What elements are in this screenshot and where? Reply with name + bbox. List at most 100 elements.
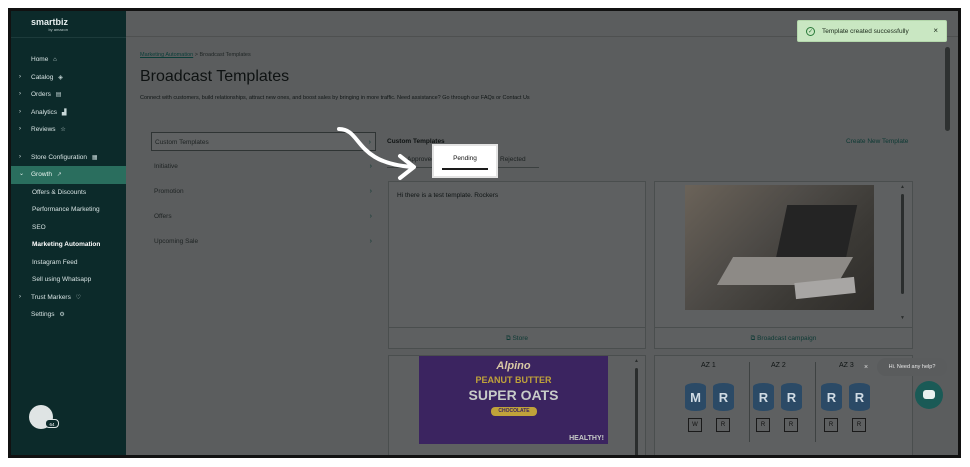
chevron-right-icon: › — [19, 73, 21, 80]
sidebar-item-settings[interactable]: Settings ⚙ — [11, 306, 126, 324]
sidebar: smartbiz by amazon Home ⌂ › Catalog ◈ › … — [11, 11, 126, 455]
az-label: AZ 2 — [771, 362, 786, 369]
check-circle-icon: ✓ — [806, 27, 815, 36]
category-custom-templates[interactable]: Custom Templates › — [151, 132, 376, 151]
database-icon: M — [685, 383, 706, 411]
alpino-image: Alpino PEANUT BUTTER SUPER OATS CHOCOLAT… — [419, 356, 608, 444]
avatar-badge: 64 — [45, 419, 59, 428]
store-icon: ▦ — [91, 154, 98, 161]
breadcrumb: Marketing Automation > Broadcast Templat… — [140, 52, 251, 58]
category-label: Offers — [154, 213, 172, 220]
category-upcoming-sale[interactable]: Upcoming Sale › — [151, 232, 376, 257]
trust-icon: ♡ — [75, 294, 82, 301]
category-promotion[interactable]: Promotion › — [151, 182, 376, 207]
sidebar-item-label: Home — [31, 56, 49, 63]
chevron-right-icon: › — [19, 91, 21, 97]
tab-pending[interactable]: Pending — [432, 144, 498, 178]
chevron-right-icon: › — [369, 238, 372, 245]
card-action-broadcast[interactable]: ⧉ Broadcast campaign — [655, 327, 912, 348]
template-category-menu: Custom Templates › Initiative › Promotio… — [151, 132, 376, 257]
chevron-right-icon: › — [369, 163, 372, 170]
gear-icon: ⚙ — [59, 312, 65, 318]
sidebar-subitem-sell-whatsapp[interactable]: Sell using Whatsapp — [11, 271, 126, 289]
template-body-text: Hi there is a test template. Rockers — [397, 192, 499, 199]
card-scrollbar[interactable] — [901, 194, 904, 294]
replica-icon: R — [756, 418, 770, 432]
sidebar-item-label: Orders — [31, 91, 51, 98]
analytics-icon: ▟ — [61, 109, 67, 116]
sidebar-subitem-performance-marketing[interactable]: Performance Marketing — [11, 201, 126, 219]
sidebar-item-trust-markers[interactable]: › Trust Markers ♡ — [11, 289, 126, 307]
sidebar-item-home[interactable]: Home ⌂ — [11, 51, 126, 69]
chevron-right-icon: › — [19, 108, 21, 115]
sidebar-item-label: Growth — [31, 171, 52, 178]
replica-icon: R — [824, 418, 838, 432]
replica-icon: R — [784, 418, 798, 432]
sidebar-subitem-marketing-automation[interactable]: Marketing Automation — [11, 236, 126, 254]
brand-sub: by amazon — [48, 27, 69, 32]
sidebar-item-label: Catalog — [31, 73, 54, 81]
category-label: Custom Templates — [155, 139, 209, 146]
alpino-tag: HEALTHY! — [569, 435, 604, 442]
sidebar-subitem-instagram-feed[interactable]: Instagram Feed — [11, 254, 126, 272]
page-title: Broadcast Templates — [140, 68, 290, 85]
brand-logo[interactable]: smartbiz by amazon — [31, 17, 68, 32]
tab-approved[interactable]: Approved — [407, 156, 435, 163]
main-content: Marketing Automation > Broadcast Templat… — [126, 38, 958, 455]
sidebar-item-catalog[interactable]: › Catalog ◈ — [11, 69, 126, 87]
category-offers[interactable]: Offers › — [151, 207, 376, 232]
growth-icon: ↗ — [56, 172, 62, 178]
app-window: smartbiz by amazon Home ⌂ › Catalog ◈ › … — [8, 8, 961, 458]
create-new-template-link[interactable]: Create New Template — [846, 138, 908, 145]
external-link-icon: ⧉ — [750, 335, 756, 342]
database-icon: R — [753, 383, 774, 411]
tab-rejected[interactable]: Rejected — [500, 156, 526, 163]
chevron-right-icon: › — [19, 293, 21, 300]
help-bubble[interactable]: Hi. Need any help? — [877, 358, 947, 376]
sidebar-divider — [11, 37, 126, 38]
az-label: AZ 1 — [701, 362, 716, 369]
replica-icon: W — [688, 418, 702, 432]
sidebar-item-analytics[interactable]: › Analytics ▟ — [11, 104, 126, 122]
scroll-down-arrow[interactable]: ▼ — [900, 315, 905, 321]
home-icon: ⌂ — [53, 57, 57, 63]
alpino-line2: SUPER OATS — [468, 387, 559, 403]
category-label: Upcoming Sale — [154, 238, 199, 245]
card-scrollbar[interactable] — [635, 368, 638, 455]
sidebar-item-label: Settings — [31, 311, 55, 318]
sidebar-item-orders[interactable]: › Orders ▤ — [11, 86, 126, 104]
breadcrumb-sep: > — [194, 52, 198, 58]
sidebar-subitem-seo[interactable]: SEO — [11, 219, 126, 237]
sidebar-subitem-offers[interactable]: Offers & Discounts — [11, 184, 126, 202]
replica-icon: R — [716, 418, 730, 432]
chevron-right-icon: › — [19, 153, 21, 160]
star-icon: ☆ — [60, 127, 66, 133]
chevron-right-icon: › — [369, 213, 372, 220]
breadcrumb-parent-link[interactable]: Marketing Automation — [140, 52, 193, 58]
help-close-button[interactable]: × — [864, 364, 868, 371]
template-card-az-diagram: AZ 1 AZ 2 AZ 3 M R R R R R W R R R R R — [654, 355, 913, 455]
az-label: AZ 3 — [839, 362, 854, 369]
catalog-icon: ◈ — [58, 74, 63, 81]
card-action-store[interactable]: ⧉ Store — [389, 327, 645, 348]
alpino-badge: CHOCOLATE — [491, 407, 537, 416]
chevron-right-icon: › — [369, 188, 372, 195]
category-label: Initiative — [154, 163, 178, 170]
database-icon: R — [821, 383, 842, 411]
category-label: Promotion — [154, 188, 184, 195]
nav-gap — [11, 139, 126, 149]
toast-close-button[interactable]: × — [933, 26, 938, 35]
card-action-label: Broadcast campaign — [757, 335, 817, 342]
page-scrollbar[interactable] — [945, 47, 950, 131]
sidebar-item-label: Analytics — [31, 108, 58, 116]
chat-button[interactable] — [915, 381, 943, 409]
sidebar-item-growth[interactable]: ⌄ Growth ↗ — [11, 166, 126, 184]
category-initiative[interactable]: Initiative › — [151, 157, 376, 182]
scroll-up-arrow[interactable]: ▲ — [900, 184, 905, 190]
sidebar-item-store-configuration[interactable]: › Store Configuration ▦ — [11, 149, 126, 167]
sidebar-item-reviews[interactable]: › Reviews ☆ — [11, 121, 126, 139]
scroll-up-arrow[interactable]: ▲ — [634, 358, 639, 364]
az-divider — [749, 362, 750, 442]
breadcrumb-current: Broadcast Templates — [199, 52, 251, 58]
sidebar-nav: Home ⌂ › Catalog ◈ › Orders ▤ › Analytic… — [11, 51, 126, 324]
